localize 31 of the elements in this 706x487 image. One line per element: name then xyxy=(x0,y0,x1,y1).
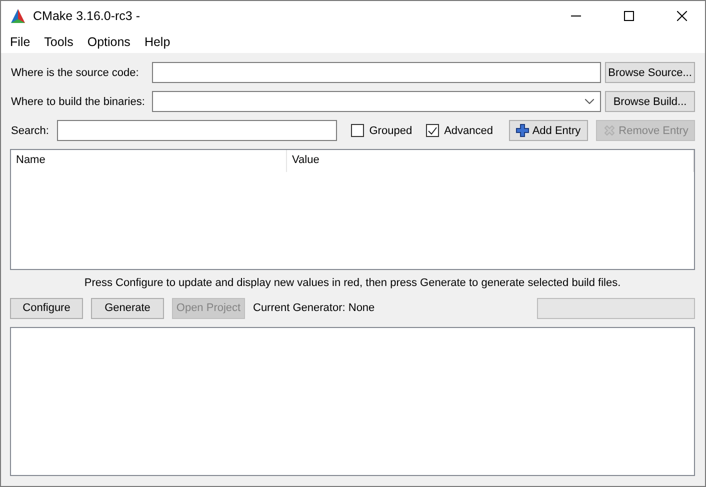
add-entry-button[interactable]: Add Entry xyxy=(509,120,588,141)
menu-item[interactable]: Tools xyxy=(37,35,80,49)
source-field[interactable] xyxy=(152,62,601,83)
check-icon xyxy=(428,126,438,134)
build-label: Where to build the binaries: xyxy=(10,96,146,108)
triangle-logo-icon xyxy=(10,8,26,24)
source-label: Where is the source code: xyxy=(10,66,140,78)
search-label: Search: xyxy=(10,124,50,136)
menu-item[interactable]: Help xyxy=(137,35,178,49)
column-header[interactable]: Value xyxy=(287,150,694,172)
window-title: CMake 3.16.0-rc3 - xyxy=(33,9,141,23)
action-button[interactable]: Configure xyxy=(10,298,83,318)
search-field[interactable] xyxy=(57,120,338,141)
generator-label: Current Generator: None xyxy=(253,302,376,314)
menu-item[interactable]: File xyxy=(3,35,38,49)
close-icon xyxy=(677,11,687,21)
cross-icon xyxy=(602,124,616,137)
maximize-icon xyxy=(624,11,634,21)
column-header[interactable]: Name xyxy=(11,150,287,172)
menu-item[interactable]: Options xyxy=(80,35,138,49)
checkbox[interactable]: Grouped xyxy=(351,124,412,137)
browse-build-button[interactable]: Browse Build... xyxy=(605,91,695,112)
build-combo-box[interactable] xyxy=(152,91,601,112)
plus-icon xyxy=(516,124,530,137)
checkbox-box[interactable] xyxy=(426,124,440,137)
chevron-down-icon xyxy=(585,99,594,104)
checkbox-box[interactable] xyxy=(351,124,364,137)
hint-text: Press Configure to update and display new values in red, then press Generate to generate selected build files. xyxy=(83,277,622,289)
checkbox[interactable]: Advanced xyxy=(426,124,493,137)
action-button[interactable]: Generate xyxy=(91,298,164,318)
browse-source-button[interactable]: Browse Source... xyxy=(605,62,695,83)
